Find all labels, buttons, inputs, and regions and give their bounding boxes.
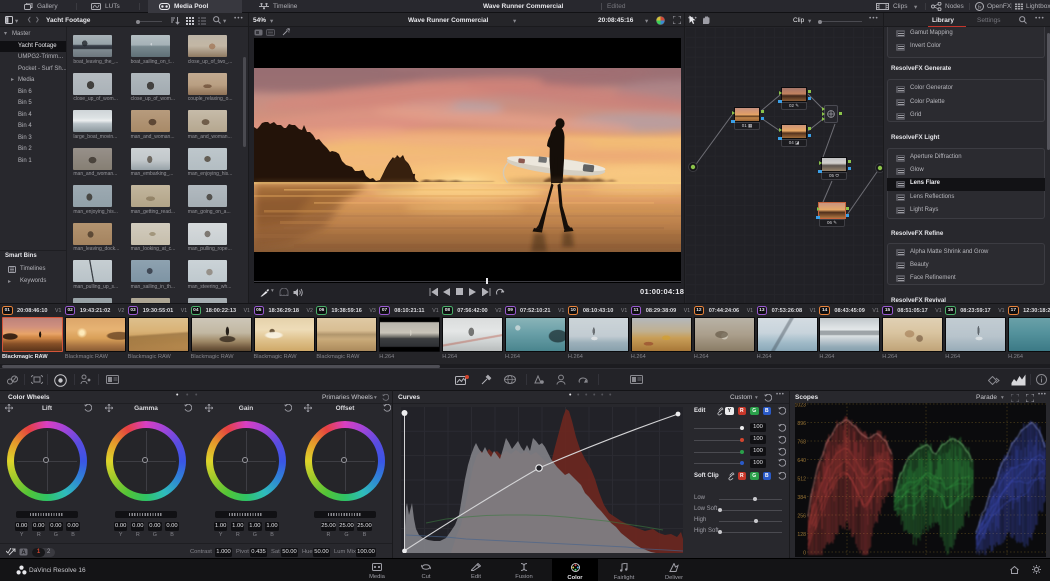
svg-text:768: 768: [797, 440, 806, 446]
svg-text:256: 256: [797, 514, 806, 520]
svg-text:1023: 1023: [795, 403, 806, 409]
svg-text:384: 384: [797, 495, 806, 501]
svg-text:512: 512: [797, 477, 806, 483]
svg-text:128: 128: [797, 532, 806, 538]
svg-text:A: A: [21, 550, 26, 556]
svg-text:640: 640: [797, 458, 806, 464]
svg-text:896: 896: [797, 421, 806, 427]
svg-text:0: 0: [803, 551, 806, 557]
